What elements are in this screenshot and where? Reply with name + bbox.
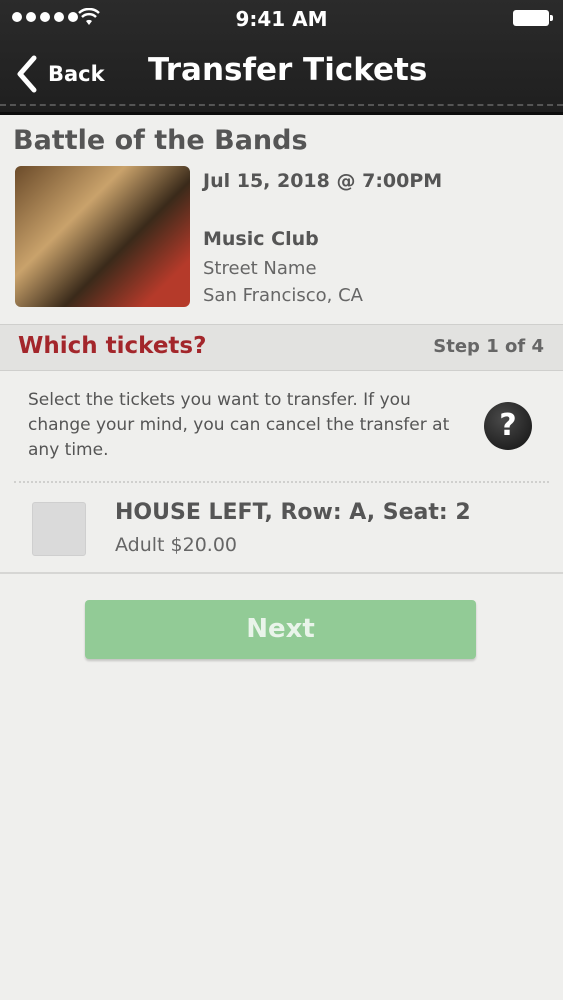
- status-time: 9:41 AM: [235, 7, 328, 31]
- ticket-checkbox[interactable]: [32, 502, 86, 556]
- back-button[interactable]: Back: [12, 54, 105, 94]
- ticket-price: Adult $20.00: [115, 534, 238, 556]
- status-bar: 9:41 AM: [0, 0, 563, 38]
- ticket-name: HOUSE LEFT, Row: A, Seat: 2: [115, 500, 471, 525]
- event-title: Battle of the Bands: [13, 125, 308, 156]
- section-title: Which tickets?: [18, 333, 207, 359]
- help-button[interactable]: ?: [484, 402, 532, 450]
- venue-street: Street Name: [203, 258, 317, 279]
- venue-city: San Francisco, CA: [203, 285, 363, 306]
- next-button[interactable]: Next: [85, 600, 476, 659]
- chevron-left-icon: [17, 55, 37, 93]
- app-header: 9:41 AM Back Transfer Tickets: [0, 0, 563, 115]
- back-label: Back: [48, 62, 105, 86]
- section-header: Which tickets? Step 1 of 4: [0, 324, 563, 371]
- page-title: Transfer Tickets: [148, 52, 428, 88]
- event-date: Jul 15, 2018 @ 7:00PM: [203, 170, 443, 192]
- event-image: [15, 166, 190, 307]
- venue-name: Music Club: [203, 228, 319, 250]
- ticket-row[interactable]: HOUSE LEFT, Row: A, Seat: 2 Adult $20.00: [0, 486, 563, 574]
- instructions-text: Select the tickets you want to transfer.…: [28, 390, 450, 460]
- battery-icon: [513, 10, 553, 26]
- divider: [14, 481, 549, 483]
- step-indicator: Step 1 of 4: [433, 336, 544, 357]
